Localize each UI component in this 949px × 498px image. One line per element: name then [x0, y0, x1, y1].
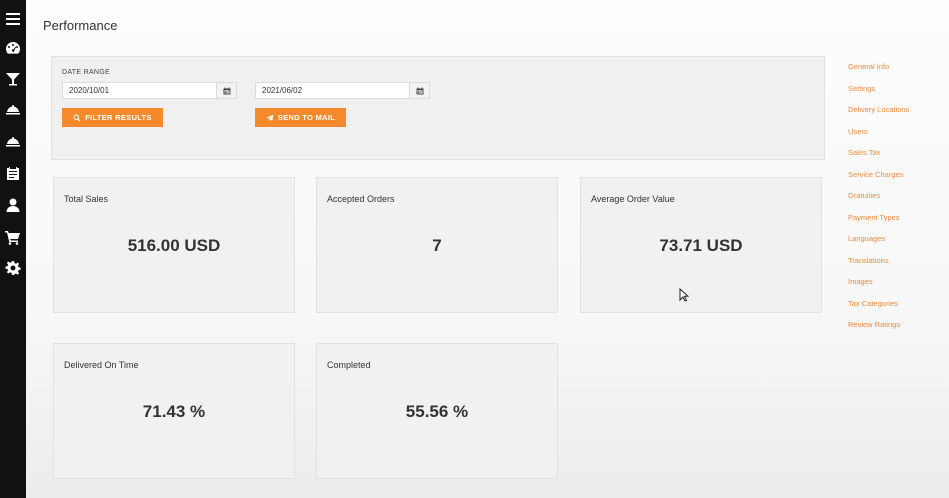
- card-value: 516.00 USD: [127, 236, 221, 255]
- card-label: Completed: [327, 360, 371, 370]
- send-to-mail-label: SEND TO MAIL: [277, 113, 336, 122]
- card-value: 71.43 %: [142, 402, 206, 421]
- nav-images[interactable]: Images: [848, 277, 873, 286]
- filter-results-label: FILTER RESULTS: [85, 113, 152, 122]
- nav-review-ratings[interactable]: Review Ratings: [848, 320, 900, 329]
- start-date-calendar-button[interactable]: [217, 82, 237, 99]
- cart-icon[interactable]: [3, 228, 23, 246]
- filter-panel: DATE RANGE FILTER RESULTS SEND TO MAIL: [51, 56, 825, 160]
- card-value: 73.71 USD: [659, 236, 743, 255]
- nav-settings[interactable]: Settings: [848, 84, 875, 93]
- nav-sales-tax[interactable]: Sales Tax: [848, 148, 880, 157]
- page-title: Performance: [43, 18, 118, 33]
- nav-service-charges[interactable]: Service Charges: [848, 170, 903, 179]
- stat-card-average-order-value: Average Order Value 73.71 USD: [580, 177, 822, 313]
- nav-translations[interactable]: Translations: [848, 256, 889, 265]
- gear-icon[interactable]: [3, 259, 23, 277]
- stat-card-delivered-on-time: Delivered On Time 71.43 %: [53, 343, 295, 479]
- card-value: 7: [432, 236, 442, 255]
- end-date-field: [255, 82, 430, 99]
- send-icon: [266, 114, 274, 121]
- card-label: Delivered On Time: [64, 360, 139, 370]
- sidebar: [0, 0, 26, 498]
- send-to-mail-button[interactable]: SEND TO MAIL: [255, 108, 346, 127]
- start-date-input[interactable]: [62, 82, 217, 99]
- nav-gratuities[interactable]: Gratuities: [848, 191, 880, 200]
- search-icon: [73, 114, 81, 122]
- nav-payment-types[interactable]: Payment Types: [848, 213, 900, 222]
- calendar-icon: [416, 87, 423, 94]
- cloche-icon[interactable]: [3, 101, 23, 119]
- filter-results-button[interactable]: FILTER RESULTS: [62, 108, 163, 127]
- end-date-input[interactable]: [255, 82, 410, 99]
- stat-card-accepted-orders: Accepted Orders 7: [316, 177, 558, 313]
- stat-card-completed: Completed 55.56 %: [316, 343, 558, 479]
- nav-languages[interactable]: Languages: [848, 234, 885, 243]
- card-label: Total Sales: [64, 194, 109, 204]
- card-label: Accepted Orders: [327, 194, 395, 204]
- cloche-icon[interactable]: [3, 133, 23, 151]
- user-icon[interactable]: [3, 196, 23, 214]
- card-value: 55.56 %: [405, 402, 469, 421]
- nav-delivery-locations[interactable]: Delivery Locations: [848, 105, 909, 114]
- nav-tax-categories[interactable]: Tax Categories: [848, 299, 898, 308]
- date-range-label: DATE RANGE: [62, 69, 110, 76]
- end-date-calendar-button[interactable]: [410, 82, 430, 99]
- nav-users[interactable]: Users: [848, 127, 868, 136]
- cocktail-icon[interactable]: [3, 70, 23, 88]
- mouse-cursor-icon: [679, 288, 689, 302]
- card-label: Average Order Value: [591, 194, 675, 204]
- menu-icon[interactable]: [3, 10, 23, 28]
- nav-general-info[interactable]: General Info: [848, 62, 889, 71]
- clipboard-icon[interactable]: [3, 164, 23, 182]
- start-date-field: [62, 82, 237, 99]
- main-content: Performance DATE RANGE FILTER RESULTS SE…: [26, 0, 949, 498]
- dashboard-icon[interactable]: [3, 39, 23, 57]
- stat-card-total-sales: Total Sales 516.00 USD: [53, 177, 295, 313]
- calendar-icon: [223, 87, 230, 94]
